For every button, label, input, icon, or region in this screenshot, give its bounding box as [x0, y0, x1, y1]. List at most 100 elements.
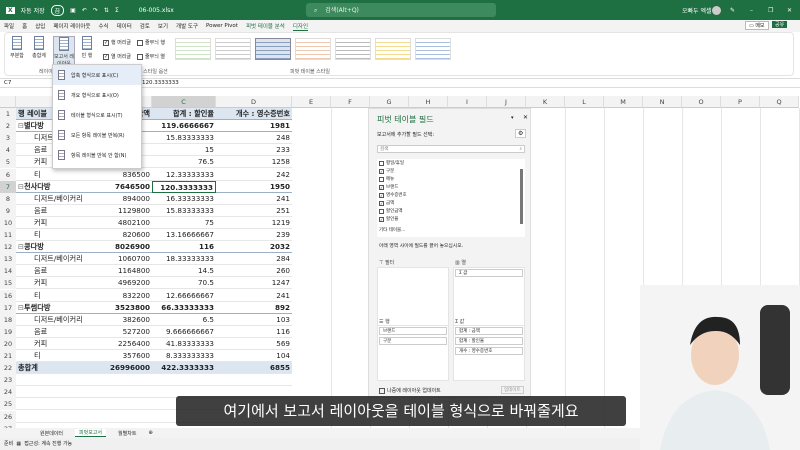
value-item[interactable]: 합계 : 금액	[455, 327, 523, 335]
formula-input[interactable]: 120.3333333	[142, 80, 179, 86]
select-all[interactable]	[0, 96, 16, 108]
sheet-tab[interactable]: 월별차트	[118, 430, 136, 437]
row-number[interactable]: 7	[0, 180, 16, 193]
filename[interactable]: 06-005.xlsx	[139, 7, 174, 14]
field-checkbox[interactable]: ✓ 브랜드	[379, 184, 398, 190]
sum-icon[interactable]: Σ	[115, 7, 119, 14]
count-cell[interactable]: 1258	[218, 156, 290, 168]
discount-cell[interactable]: 15	[154, 144, 214, 156]
count-cell[interactable]: 116	[218, 326, 290, 338]
amount-cell[interactable]: 2256400	[107, 338, 150, 350]
checkbox[interactable]	[379, 208, 384, 214]
column-header-G[interactable]: G	[370, 96, 409, 108]
update-button[interactable]: 업데이트	[501, 386, 524, 394]
row-number[interactable]: 15	[0, 277, 16, 290]
checkbox[interactable]	[379, 160, 384, 166]
amount-cell[interactable]: 1129800	[107, 205, 150, 217]
row-label-cell[interactable]: 티	[34, 169, 103, 181]
count-cell[interactable]: 242	[218, 169, 290, 181]
tab-7[interactable]: 보기	[158, 22, 168, 30]
menu-item[interactable]: 압축 형식으로 표시(C)	[53, 65, 141, 85]
total-discount-cell[interactable]: 422.3333333	[154, 362, 214, 374]
row-label-cell[interactable]: 음료	[34, 326, 103, 338]
pen-icon[interactable]: ✎	[730, 7, 735, 14]
count-cell[interactable]: 251	[218, 205, 290, 217]
pivot-style-7[interactable]	[415, 38, 451, 60]
discount-cell[interactable]: 16.33333333	[154, 193, 214, 205]
count-cell[interactable]: 233	[218, 144, 290, 156]
tab-6[interactable]: 검토	[140, 22, 150, 30]
count-cell[interactable]: 892	[218, 302, 290, 314]
more-tables-link[interactable]: 기타 테이블...	[379, 227, 405, 233]
row-label-cell[interactable]: 티	[34, 229, 103, 241]
column-header-M[interactable]: M	[604, 96, 643, 108]
pane-close-icon[interactable]: ✕	[523, 114, 528, 121]
row-number[interactable]: 13	[0, 253, 16, 266]
row-number[interactable]: 14	[0, 265, 16, 278]
row-label-cell[interactable]: 디저트/베이커리	[34, 314, 103, 326]
discount-cell[interactable]: 15.83333333	[154, 132, 214, 144]
row-number[interactable]: 19	[0, 325, 16, 338]
row-number[interactable]: 26	[0, 410, 16, 423]
amount-cell[interactable]: 527200	[107, 326, 150, 338]
name-box[interactable]: C7	[4, 80, 11, 86]
discount-cell[interactable]: 14.5	[154, 265, 214, 277]
user-name[interactable]: 오빠두 엑셀	[682, 6, 712, 15]
discount-cell[interactable]: 12.33333333	[154, 169, 214, 181]
restore-icon[interactable]: ❐	[768, 7, 773, 14]
checkbox[interactable]: ✓	[379, 192, 384, 198]
row-number[interactable]: 21	[0, 350, 16, 362]
tab-9[interactable]: Power Pivot	[206, 23, 238, 29]
row-number[interactable]: 10	[0, 216, 16, 229]
discount-cell[interactable]: 116	[154, 241, 214, 253]
sort-icon[interactable]: ⇅	[104, 7, 109, 14]
amount-cell[interactable]: 7646500	[107, 181, 150, 193]
discount-cell[interactable]: 120.3333333	[152, 180, 216, 193]
count-cell[interactable]: 241	[218, 290, 290, 302]
row-label-cell[interactable]: 음료	[34, 265, 103, 277]
field-checkbox[interactable]: 메뉴	[379, 176, 394, 182]
row-number[interactable]: 16	[0, 289, 16, 302]
discount-cell[interactable]: 119.6666667	[154, 120, 214, 132]
discount-cell[interactable]: 70.5	[154, 277, 214, 289]
pivot-style-3[interactable]	[255, 38, 291, 60]
total-amount-cell[interactable]: 26996000	[107, 362, 150, 374]
row-item[interactable]: 브랜드	[379, 327, 447, 335]
tab-2[interactable]: 삽입	[35, 22, 45, 30]
pivot-style-1[interactable]	[175, 38, 211, 60]
checkbox[interactable]: ✓	[379, 168, 384, 174]
row-headers-checkbox[interactable]: ✓ 행 머리글	[103, 39, 131, 46]
column-header-I[interactable]: I	[448, 96, 487, 108]
count-cell[interactable]: 284	[218, 253, 290, 265]
amount-cell[interactable]: 832200	[107, 290, 150, 302]
discount-cell[interactable]: 6.5	[154, 314, 214, 326]
column-item[interactable]: Σ 값	[455, 269, 523, 277]
amount-cell[interactable]: 8026900	[107, 241, 150, 253]
discount-cell[interactable]: 12.66666667	[154, 290, 214, 302]
row-number[interactable]: 22	[0, 362, 16, 375]
pane-options-icon[interactable]: ▾	[511, 115, 514, 121]
row-number[interactable]: 3	[0, 132, 16, 145]
field-checkbox[interactable]: ✓ 할인율	[379, 216, 398, 222]
header-cell[interactable]: 합계 : 할인율	[154, 108, 214, 120]
sheet-tab[interactable]: 원본데이터	[40, 430, 63, 437]
row-label-cell[interactable]: ⊟천사다방	[18, 181, 103, 193]
column-header-O[interactable]: O	[682, 96, 721, 108]
tab-4[interactable]: 수식	[98, 22, 108, 30]
autosave-toggle[interactable]: 끔	[50, 4, 65, 16]
count-cell[interactable]: 1950	[218, 181, 290, 193]
pivot-style-4[interactable]	[295, 38, 331, 60]
row-item[interactable]: 구분	[379, 337, 447, 345]
field-list-scrollbar[interactable]	[520, 169, 523, 224]
checkbox[interactable]	[379, 176, 384, 182]
amount-cell[interactable]: 382600	[107, 314, 150, 326]
field-checkbox[interactable]: ✓ 영수증번호	[379, 192, 407, 198]
count-cell[interactable]: 2032	[218, 241, 290, 253]
tab-1[interactable]: 홈	[22, 22, 27, 30]
menu-item[interactable]: 모든 항목 레이블 반복(R)	[53, 125, 141, 145]
header-cell[interactable]: 개수 : 영수증번호	[218, 108, 290, 120]
column-header-J[interactable]: J	[487, 96, 526, 108]
column-header-E[interactable]: E	[292, 96, 331, 108]
menu-item[interactable]: 개요 형식으로 표시(O)	[53, 85, 141, 105]
subtotal-button[interactable]: 부분합	[9, 36, 25, 59]
